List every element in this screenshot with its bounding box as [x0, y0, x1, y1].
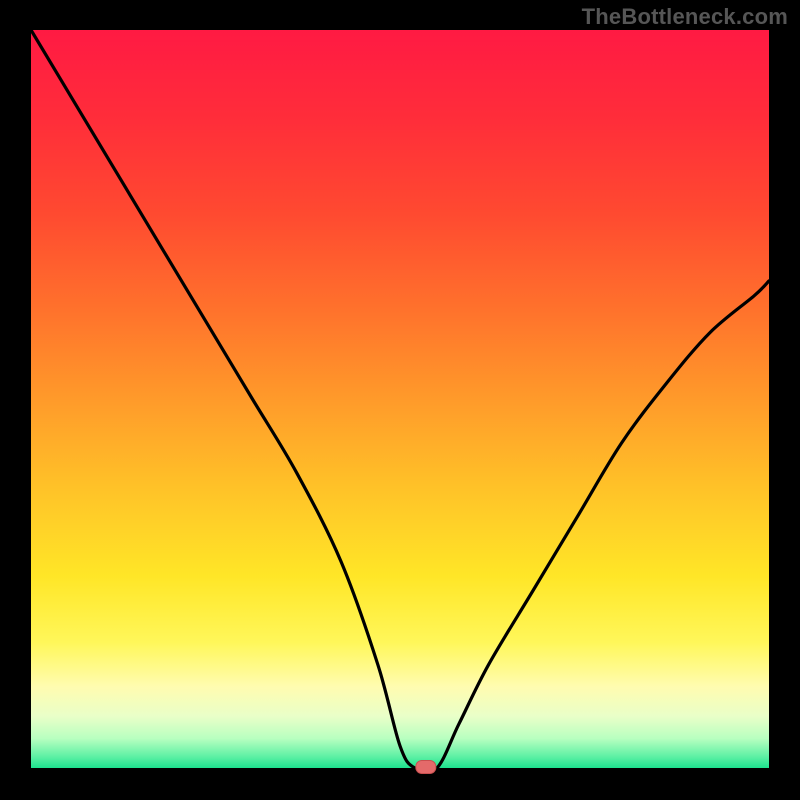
- optimal-point-marker: [416, 761, 436, 774]
- watermark-text: TheBottleneck.com: [582, 4, 788, 30]
- bottleneck-chart: [0, 0, 800, 800]
- chart-frame: { "watermark": "TheBottleneck.com", "cha…: [0, 0, 800, 800]
- chart-background: [31, 30, 769, 768]
